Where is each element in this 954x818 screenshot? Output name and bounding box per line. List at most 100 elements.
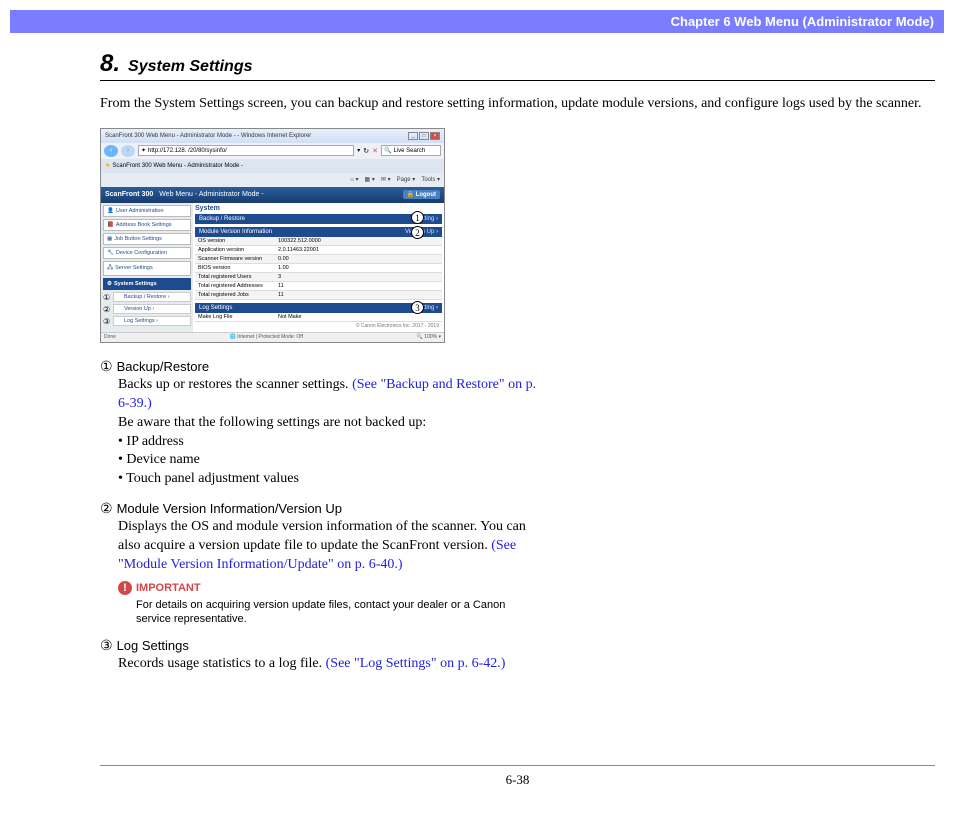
item-marker: ① (100, 359, 113, 376)
gear-icon: ⚙ (107, 281, 112, 287)
section-number: 8. (100, 50, 120, 77)
app-chrome: ScanFront 300 Web Menu - Administrator M… (101, 187, 444, 332)
row-value: 0.00 (275, 255, 442, 263)
item-text: Records usage statistics to a log file. (118, 656, 326, 671)
sidebar-item-system-settings: ⚙System Settings (103, 278, 191, 290)
panel-bar-backup: Backup / Restore Setting › (195, 214, 442, 224)
window-title: ScanFront 300 Web Menu - Administrator M… (105, 133, 311, 139)
app-header: ScanFront 300 Web Menu - Administrator M… (101, 187, 444, 203)
main-area: System Backup / Restore Setting › Module… (193, 203, 444, 332)
sidebar-item-job-button: ▦Job Button Settings (103, 233, 191, 245)
callout-mark-1: ① (103, 292, 113, 302)
callout-mark-2: ② (103, 304, 113, 314)
section-title: 8. System Settings (100, 50, 935, 81)
row-label: Application version (195, 246, 275, 254)
home-icon: ⌂ ▾ (350, 176, 358, 183)
row-label: Make Log File (195, 313, 275, 321)
url-text: http://172.128. /20/80/sysinfo/ (148, 146, 227, 156)
item-backup-restore: ① Backup/Restore Backs up or restores th… (100, 359, 540, 489)
embedded-screenshot: ScanFront 300 Web Menu - Administrator M… (100, 128, 445, 343)
callout-3: 3 (411, 301, 424, 314)
callout-2: 2 (411, 226, 424, 239)
row-value: 1.00 (275, 264, 442, 272)
table-row: Total registered Users3 (195, 273, 442, 282)
sidebar-item-user-admin: 👤User Administration (103, 205, 191, 217)
status-zoom: 100% (424, 334, 437, 340)
address-bar: ✦ http://172.128. /20/80/sysinfo/ (138, 145, 354, 156)
table-row: OS version100322.512.0000 (195, 237, 442, 246)
important-text: For details on acquiring version update … (136, 598, 540, 627)
toolbar-tools: Tools ▾ (421, 176, 440, 183)
ie-titlebar: ScanFront 300 Web Menu - Administrator M… (101, 129, 444, 143)
table-row: Application version2.0.11463.22001 (195, 246, 442, 255)
user-icon: 👤 (107, 208, 114, 214)
back-icon: ‹ (104, 145, 118, 157)
item-marker: ② (100, 501, 113, 518)
row-label: OS version (195, 237, 275, 245)
status-bar: Done 🌐 Internet | Protected Mode: Off 🔍 … (101, 332, 444, 342)
row-value: 11 (275, 282, 442, 290)
intro-text: From the System Settings screen, you can… (100, 95, 935, 114)
item-log-settings: ③ Log Settings Records usage statistics … (100, 638, 540, 674)
app-product: ScanFront 300 (105, 191, 153, 198)
server-icon: 🖧 (107, 264, 113, 273)
important-icon: ! (118, 581, 132, 595)
item-title: Log Settings (117, 638, 189, 653)
page-content: 8. System Settings From the System Setti… (100, 50, 935, 686)
status-done: Done (104, 334, 116, 340)
book-icon: 📕 (107, 222, 114, 228)
sidebar-label: User Administration (116, 208, 164, 214)
table-row: Make Log FileNot Make (195, 313, 442, 322)
mail-icon: ✉ ▾ (381, 176, 391, 183)
item-text: Be aware that the following settings are… (118, 414, 540, 433)
status-mode: Internet | Protected Mode: Off (237, 334, 303, 340)
panel-bar-label: Log Settings (199, 305, 232, 311)
wrench-icon: 🔧 (107, 250, 114, 256)
table-row: BIOS version1.00 (195, 264, 442, 273)
job-icon: ▦ (107, 236, 112, 242)
row-label: Scanner Firmware version (195, 255, 275, 263)
row-value: 2.0.11463.22001 (275, 246, 442, 254)
browser-tab: ★ ScanFront 300 Web Menu - Administrator… (101, 159, 444, 173)
row-value: Not Make (275, 313, 442, 321)
sidebar-item-server: 🖧Server Settings (103, 261, 191, 276)
table-row: Total registered Addresses11 (195, 282, 442, 291)
row-value: 11 (275, 291, 442, 299)
item-title: Backup/Restore (117, 359, 210, 374)
important-label: IMPORTANT (136, 581, 201, 596)
item-title: Module Version Information/Version Up (117, 501, 342, 516)
sidebar-label: System Settings (114, 281, 157, 287)
app-mode: Web Menu - Administrator Mode - (159, 191, 264, 198)
internet-icon: 🌐 (230, 334, 236, 340)
panel-heading-system: System (195, 205, 442, 212)
cross-ref-link[interactable]: (See "Log Settings" on p. 6-42.) (326, 656, 506, 671)
sidebar-sub-backup: Backup / Restore › (113, 292, 191, 302)
search-hint: Live Search (393, 146, 425, 156)
toolbar-page: Page ▾ (397, 176, 416, 183)
tab-title: ScanFront 300 Web Menu - Administrator M… (112, 163, 243, 169)
item-text: Displays the OS and module version infor… (118, 519, 526, 553)
panel-bar-log: Log Settings Setting › (195, 303, 442, 313)
close-icon: × (430, 132, 440, 140)
item-marker: ③ (100, 638, 113, 655)
item-text: Backs up or restores the scanner setting… (118, 377, 352, 392)
row-value: 3 (275, 273, 442, 281)
table-row: Scanner Firmware version0.00 (195, 255, 442, 264)
callout-mark-3: ③ (103, 316, 113, 326)
table-row: Total registered Jobs11 (195, 291, 442, 300)
bullet-item: IP address (118, 433, 540, 452)
section-label: System Settings (128, 58, 252, 75)
panel-bar-module: Module Version Information Version Up › (195, 227, 442, 237)
row-label: BIOS version (195, 264, 275, 272)
sidebar: 👤User Administration 📕Address Book Setti… (101, 203, 193, 332)
page-footer: 6-38 (100, 765, 935, 788)
panel-bar-label: Module Version Information (199, 229, 272, 235)
sidebar-item-device-config: 🔧Device Configuration (103, 247, 191, 259)
row-label: Total registered Jobs (195, 291, 275, 299)
bullet-item: Device name (118, 451, 540, 470)
row-label: Total registered Addresses (195, 282, 275, 290)
sidebar-sub-version: Version Up › (113, 304, 191, 314)
favorite-icon: ★ (105, 162, 110, 169)
search-box: 🔍 Live Search (381, 145, 441, 156)
search-icon: 🔍 (384, 146, 391, 156)
